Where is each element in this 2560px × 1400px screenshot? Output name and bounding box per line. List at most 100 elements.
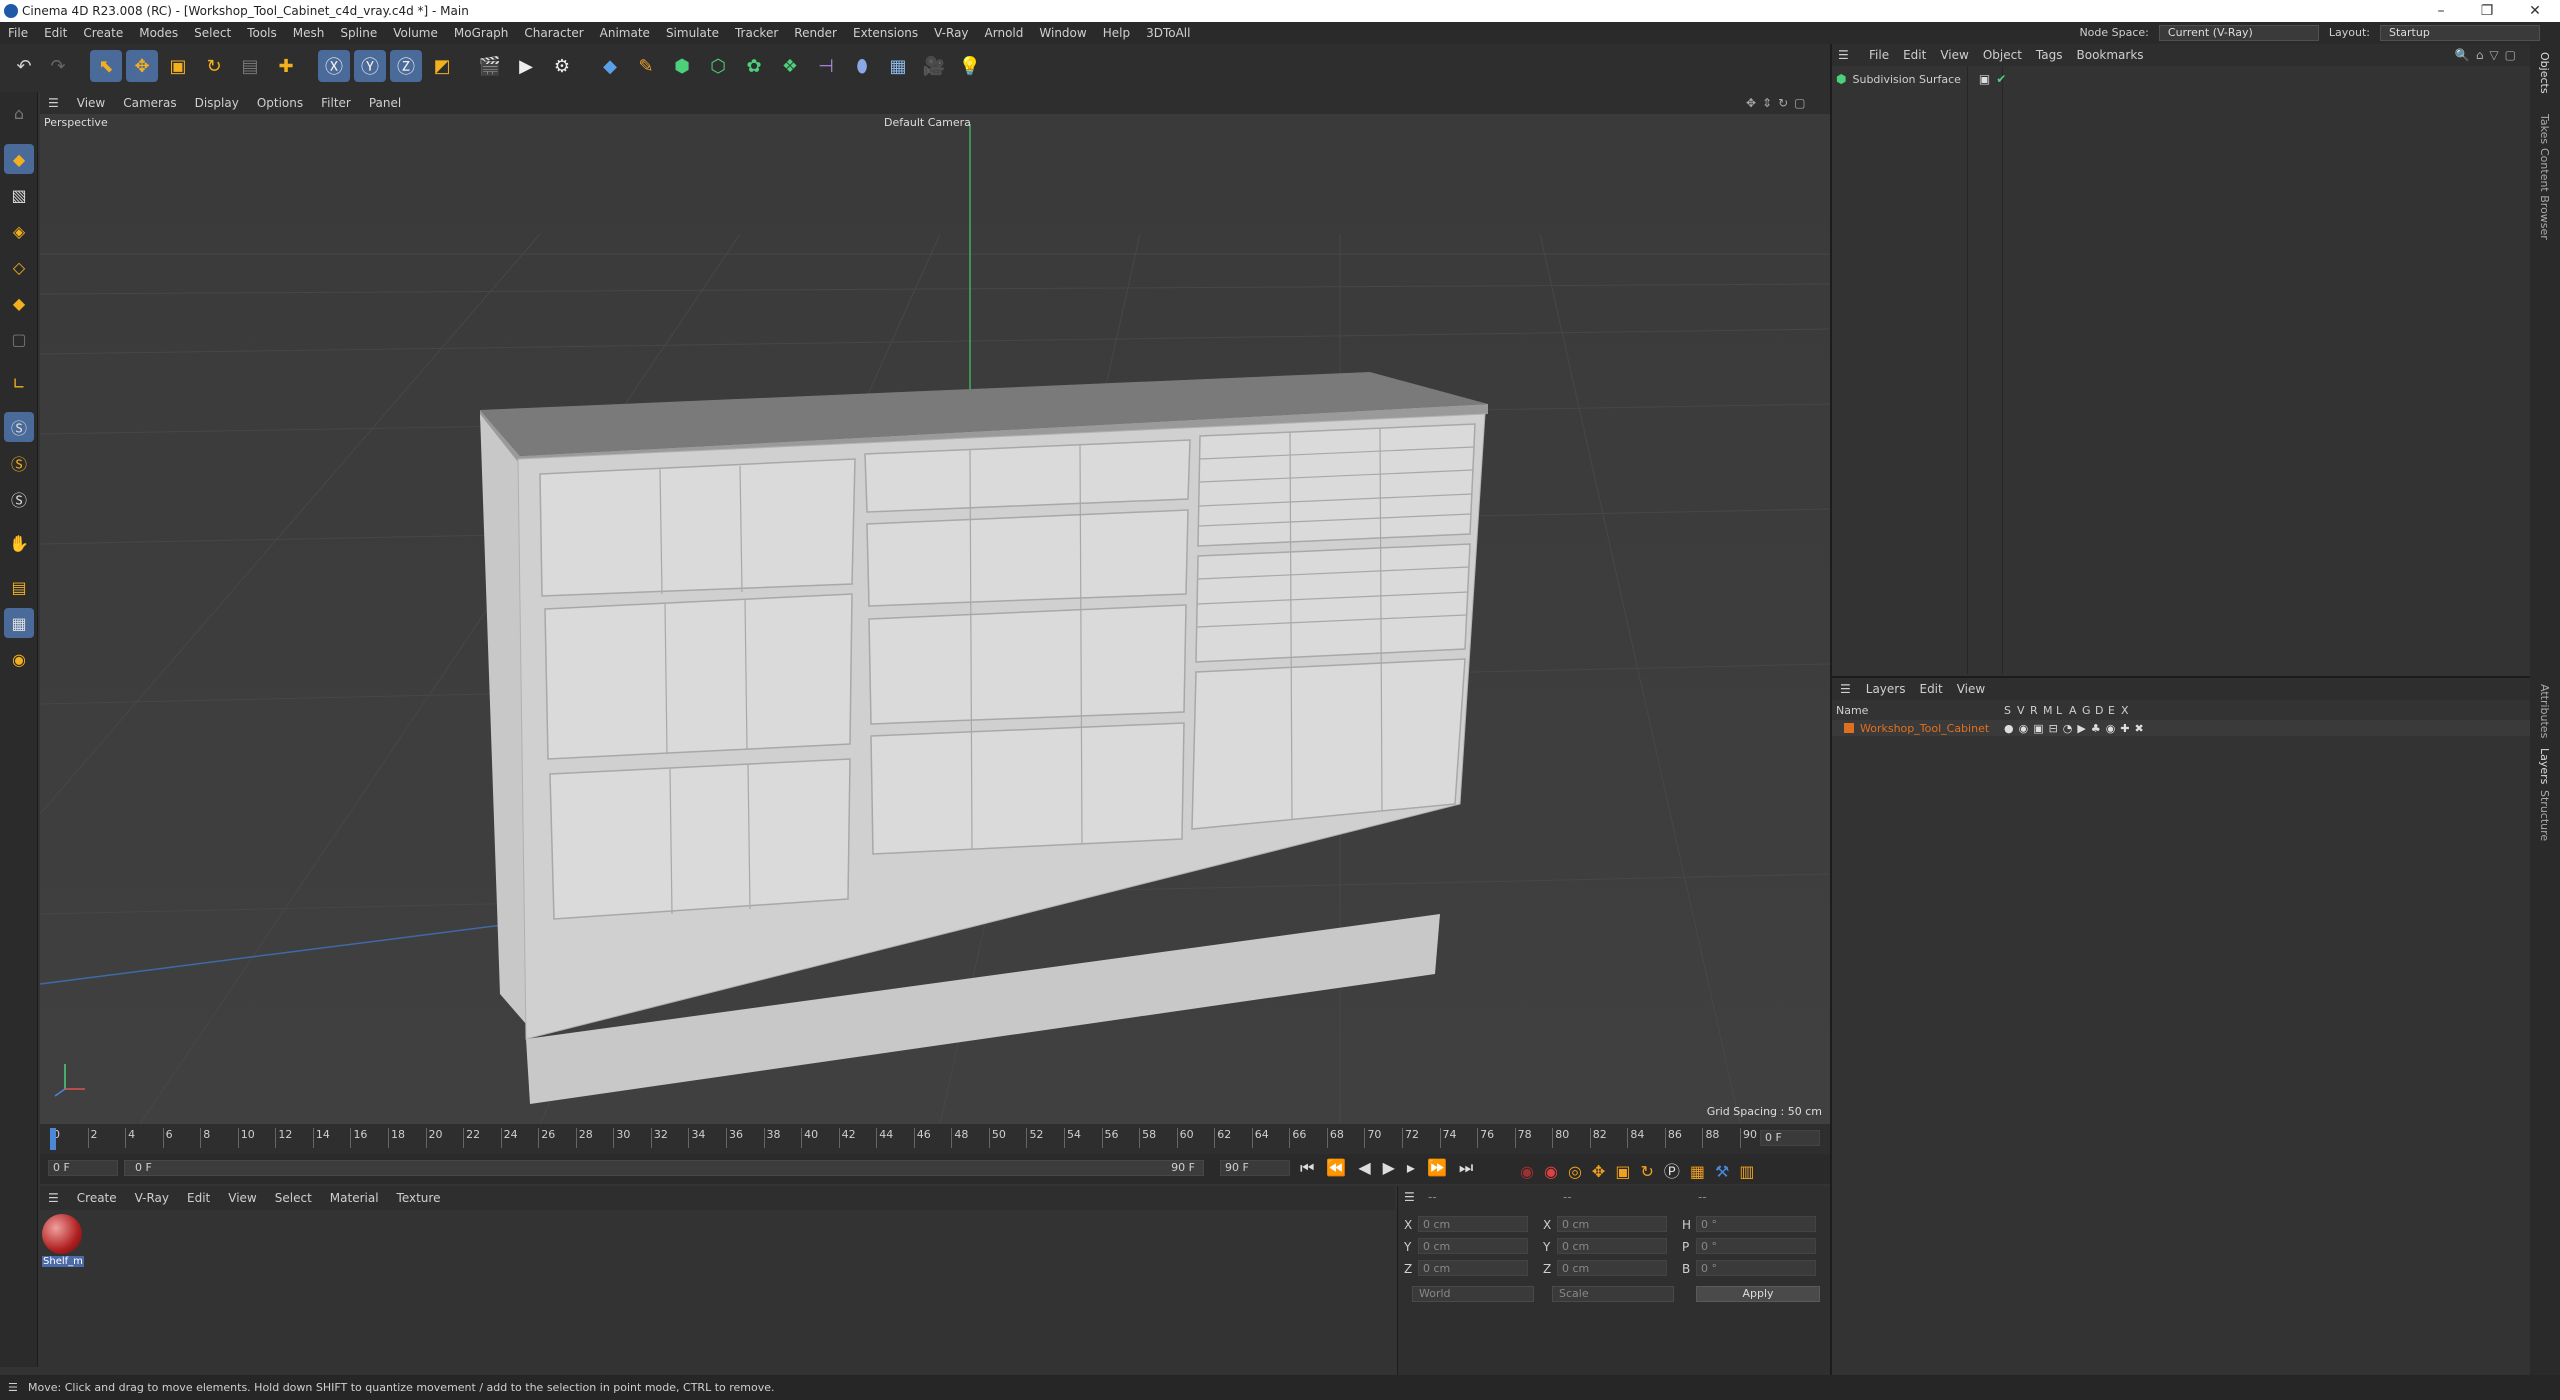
menu-select[interactable]: Select bbox=[186, 22, 239, 44]
material-menu-create[interactable]: Create bbox=[68, 1186, 126, 1210]
snap-mode-icon[interactable]: Ⓢ bbox=[4, 484, 34, 514]
paint-icon[interactable]: ✋ bbox=[4, 528, 34, 558]
axis-y-icon[interactable]: Ⓨ bbox=[354, 50, 386, 82]
size-x-input[interactable] bbox=[1557, 1216, 1667, 1232]
extrude-icon[interactable]: ⬡ bbox=[702, 50, 734, 82]
tab-structure[interactable]: Structure bbox=[2538, 790, 2551, 841]
material-menu-icon[interactable]: ☰ bbox=[40, 1186, 68, 1210]
points-mode-icon[interactable]: ◈ bbox=[4, 216, 34, 246]
menu-volume[interactable]: Volume bbox=[385, 22, 446, 44]
layout-dropdown[interactable]: Startup bbox=[2380, 25, 2540, 41]
edit-toggle-icon[interactable]: ▣ bbox=[1979, 72, 1990, 86]
menu-edit[interactable]: Edit bbox=[36, 22, 75, 44]
minimize-button[interactable]: – bbox=[2418, 0, 2464, 22]
cube-icon[interactable]: ◆ bbox=[594, 50, 626, 82]
field-icon[interactable]: ⬮ bbox=[846, 50, 878, 82]
workplane-icon[interactable]: ▤ bbox=[4, 572, 34, 602]
timeline[interactable]: 0 2 4 6 8 10 12 14 16 18 20 22 24 26 28 30 32 34 36 38 40 42 4… bbox=[40, 1124, 1830, 1154]
position-z-input[interactable] bbox=[1418, 1260, 1528, 1276]
node-space-dropdown[interactable]: Current (V-Ray) bbox=[2158, 25, 2319, 41]
cloner-icon[interactable]: ✿ bbox=[738, 50, 770, 82]
axis-mode-icon[interactable]: ∟ bbox=[4, 368, 34, 398]
subdivision-icon[interactable]: ⬢ bbox=[666, 50, 698, 82]
enabled-check-icon[interactable]: ✔ bbox=[1996, 72, 2006, 86]
menu-simulate[interactable]: Simulate bbox=[658, 22, 727, 44]
coord-menu-icon[interactable]: ☰ bbox=[1404, 1190, 1415, 1204]
material-item[interactable]: Shelf_m bbox=[42, 1214, 84, 1270]
edges-mode-icon[interactable]: ◇ bbox=[4, 252, 34, 282]
render-settings-icon[interactable]: ⚙ bbox=[546, 50, 578, 82]
mograph-icon[interactable]: ❖ bbox=[774, 50, 806, 82]
object-menu-file[interactable]: File bbox=[1862, 44, 1896, 66]
menu-tracker[interactable]: Tracker bbox=[727, 22, 786, 44]
coordinate-system-icon[interactable]: ◩ bbox=[426, 50, 458, 82]
menu-mograph[interactable]: MoGraph bbox=[446, 22, 517, 44]
viewport-menu-panel[interactable]: Panel bbox=[360, 92, 410, 114]
workplane-lock-icon[interactable]: ▦ bbox=[4, 608, 34, 638]
object-menu-bookmarks[interactable]: Bookmarks bbox=[2070, 44, 2151, 66]
polygons-mode-icon[interactable]: ◆ bbox=[4, 288, 34, 318]
menu-help[interactable]: Help bbox=[1095, 22, 1138, 44]
maximize-button[interactable]: ❐ bbox=[2464, 0, 2510, 22]
menu-render[interactable]: Render bbox=[786, 22, 845, 44]
position-x-input[interactable] bbox=[1418, 1216, 1528, 1232]
start-frame-field[interactable]: 0 F bbox=[48, 1160, 118, 1176]
tab-layers[interactable]: Layers bbox=[2538, 748, 2551, 784]
material-menu-material[interactable]: Material bbox=[321, 1186, 388, 1210]
viewport-menu-options[interactable]: Options bbox=[248, 92, 312, 114]
render-view-icon[interactable]: ▶ bbox=[510, 50, 542, 82]
layer-menu-view[interactable]: View bbox=[1950, 682, 1992, 696]
object-menu-tags[interactable]: Tags bbox=[2029, 44, 2070, 66]
viewport-menu-view[interactable]: View bbox=[68, 92, 114, 114]
menu-file[interactable]: File bbox=[0, 22, 36, 44]
playhead[interactable] bbox=[50, 1128, 56, 1150]
material-menu-vray[interactable]: V-Ray bbox=[126, 1186, 178, 1210]
menu-animate[interactable]: Animate bbox=[592, 22, 658, 44]
end-frame-field[interactable]: 90 F bbox=[1220, 1160, 1290, 1176]
object-mode-icon[interactable]: ◆ bbox=[4, 144, 34, 174]
menu-vray[interactable]: V-Ray bbox=[926, 22, 976, 44]
material-menu-select[interactable]: Select bbox=[266, 1186, 321, 1210]
material-menu-edit[interactable]: Edit bbox=[178, 1186, 219, 1210]
status-menu-icon[interactable]: ☰ bbox=[8, 1375, 18, 1400]
pen-icon[interactable]: ✎ bbox=[630, 50, 662, 82]
timeline-ruler[interactable]: 0 2 4 6 8 10 12 14 16 18 20 22 24 26 28 30 32 34 36 38 40 42 4… bbox=[50, 1124, 1757, 1154]
tab-content-browser[interactable]: Content Browser bbox=[2538, 148, 2551, 240]
viewport-menu-display[interactable]: Display bbox=[186, 92, 248, 114]
redo-icon[interactable]: ↷ bbox=[42, 50, 74, 82]
floor-icon[interactable]: ▦ bbox=[882, 50, 914, 82]
object-menu-view[interactable]: View bbox=[1933, 44, 1975, 66]
viewport-nav-icons[interactable]: ✥⇕↻▢ bbox=[1746, 92, 1812, 114]
axis-x-icon[interactable]: Ⓧ bbox=[318, 50, 350, 82]
add-icon[interactable]: ✚ bbox=[270, 50, 302, 82]
tab-objects[interactable]: Objects bbox=[2538, 52, 2551, 94]
3d-viewport[interactable]: Perspective Default Camera Grid Spacing … bbox=[40, 114, 1830, 1124]
axis-z-icon[interactable]: Ⓩ bbox=[390, 50, 422, 82]
menu-3dtoall[interactable]: 3DToAll bbox=[1138, 22, 1198, 44]
solo-icon[interactable]: ◉ bbox=[4, 644, 34, 674]
layer-menu-edit[interactable]: Edit bbox=[1912, 682, 1949, 696]
coordinate-mode-dropdown[interactable]: Scale bbox=[1552, 1286, 1674, 1302]
object-row[interactable]: ⬢ Subdivision Surface ▣ ✔ bbox=[1836, 70, 2006, 88]
viewport-menu-filter[interactable]: Filter bbox=[312, 92, 360, 114]
object-search-icon[interactable]: 🔍⌂▽▢ bbox=[2455, 44, 2522, 66]
tab-attributes[interactable]: Attributes bbox=[2538, 684, 2551, 738]
move-icon[interactable]: ✥ bbox=[126, 50, 158, 82]
size-z-input[interactable] bbox=[1557, 1260, 1667, 1276]
menu-extensions[interactable]: Extensions bbox=[845, 22, 926, 44]
position-y-input[interactable] bbox=[1418, 1238, 1528, 1254]
viewport-menu-icon[interactable]: ☰ bbox=[40, 92, 68, 114]
object-menu-icon[interactable]: ☰ bbox=[1838, 44, 1849, 66]
layer-menu-icon[interactable]: ☰ bbox=[1832, 682, 1859, 696]
menu-create[interactable]: Create bbox=[75, 22, 131, 44]
rotation-p-input[interactable] bbox=[1696, 1238, 1816, 1254]
apply-button[interactable]: Apply bbox=[1696, 1286, 1820, 1302]
render-region-icon[interactable]: 🎬 bbox=[474, 50, 506, 82]
layer-color-swatch[interactable] bbox=[1844, 723, 1854, 733]
menu-tools[interactable]: Tools bbox=[239, 22, 285, 44]
playback-controls[interactable]: ⏮⏪◀▶▸⏩⏭ bbox=[1300, 1158, 1485, 1178]
scale-icon[interactable]: ▣ bbox=[162, 50, 194, 82]
object-menu-object[interactable]: Object bbox=[1976, 44, 2029, 66]
texture-mode-icon[interactable]: ▧ bbox=[4, 180, 34, 210]
select-icon[interactable]: ⬉ bbox=[90, 50, 122, 82]
